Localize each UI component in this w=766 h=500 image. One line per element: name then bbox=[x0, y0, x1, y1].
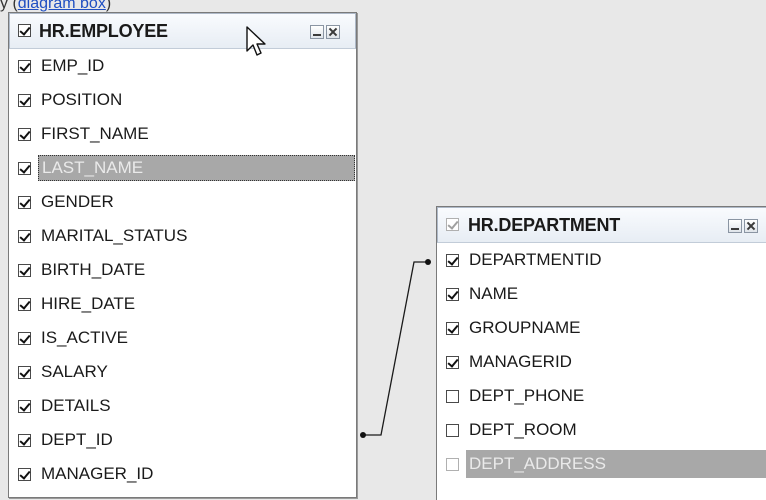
department-table-box[interactable]: HR.DEPARTMENT DEPARTMENTID NAME GROUPNAME M… bbox=[436, 206, 766, 500]
field-checkbox[interactable] bbox=[18, 400, 31, 413]
field-row[interactable]: EMP_ID bbox=[9, 49, 356, 83]
field-name[interactable]: MANAGERID bbox=[469, 345, 572, 379]
field-checkbox[interactable] bbox=[18, 264, 31, 277]
employee-table-title-bar[interactable]: HR.EMPLOYEE bbox=[9, 13, 356, 49]
field-row[interactable]: DEPT_PHONE bbox=[437, 379, 766, 413]
field-checkbox[interactable] bbox=[18, 468, 31, 481]
field-name[interactable]: EMP_ID bbox=[41, 49, 104, 83]
field-checkbox[interactable] bbox=[18, 94, 31, 107]
field-row[interactable]: DEPARTMENTID bbox=[437, 243, 766, 277]
field-name[interactable]: POSITION bbox=[41, 83, 122, 117]
field-name[interactable]: LAST_NAME bbox=[38, 155, 355, 181]
department-close-button[interactable] bbox=[744, 219, 758, 233]
caption-suffix: ) bbox=[105, 0, 112, 12]
field-row[interactable]: GROUPNAME bbox=[437, 311, 766, 345]
department-table-title: HR.DEPARTMENT bbox=[468, 215, 621, 235]
department-field-list: DEPARTMENTID NAME GROUPNAME MANAGERID DEPT_P… bbox=[437, 243, 766, 481]
field-row[interactable]: BIRTH_DATE bbox=[9, 253, 356, 287]
field-checkbox[interactable] bbox=[18, 196, 31, 209]
field-name[interactable]: GENDER bbox=[41, 185, 114, 219]
field-name[interactable]: DEPT_ROOM bbox=[469, 413, 577, 447]
field-checkbox[interactable] bbox=[18, 434, 31, 447]
field-name[interactable]: MANAGER_ID bbox=[41, 457, 153, 491]
field-row[interactable]: FIRST_NAME bbox=[9, 117, 356, 151]
field-row[interactable]: HIRE_DATE bbox=[9, 287, 356, 321]
employee-field-list: EMP_ID POSITION FIRST_NAME LAST_NAME GENDER M… bbox=[9, 49, 356, 491]
field-checkbox[interactable] bbox=[446, 288, 459, 301]
field-checkbox[interactable] bbox=[18, 366, 31, 379]
field-row[interactable]: DEPT_ADDRESS bbox=[437, 447, 766, 481]
field-row[interactable]: IS_ACTIVE bbox=[9, 321, 356, 355]
field-name[interactable]: DEPT_PHONE bbox=[469, 379, 584, 413]
relationship-end-dot bbox=[425, 259, 431, 265]
caption-link[interactable]: diagram box bbox=[18, 0, 106, 12]
relationship-line bbox=[361, 261, 428, 436]
field-checkbox[interactable] bbox=[18, 298, 31, 311]
field-name[interactable]: HIRE_DATE bbox=[41, 287, 135, 321]
department-table-title-bar[interactable]: HR.DEPARTMENT bbox=[437, 207, 766, 243]
field-checkbox[interactable] bbox=[446, 356, 459, 369]
field-row[interactable]: POSITION bbox=[9, 83, 356, 117]
field-row[interactable]: DEPT_ROOM bbox=[437, 413, 766, 447]
field-checkbox[interactable] bbox=[446, 390, 459, 403]
field-checkbox[interactable] bbox=[18, 230, 31, 243]
department-table-checkbox[interactable] bbox=[446, 218, 459, 231]
field-checkbox[interactable] bbox=[18, 162, 31, 175]
employee-close-button[interactable] bbox=[326, 25, 340, 39]
employee-minimize-button[interactable] bbox=[310, 25, 324, 39]
field-row[interactable]: SALARY bbox=[9, 355, 356, 389]
field-row[interactable]: MANAGER_ID bbox=[9, 457, 356, 491]
employee-table-title: HR.EMPLOYEE bbox=[39, 21, 168, 41]
field-name[interactable]: GROUPNAME bbox=[469, 311, 580, 345]
field-row[interactable]: LAST_NAME bbox=[9, 151, 356, 185]
field-row[interactable]: DETAILS bbox=[9, 389, 356, 423]
field-row[interactable]: DEPT_ID bbox=[9, 423, 356, 457]
field-row[interactable]: MANAGERID bbox=[437, 345, 766, 379]
field-name[interactable]: FIRST_NAME bbox=[41, 117, 149, 151]
field-checkbox[interactable] bbox=[18, 332, 31, 345]
field-name[interactable]: NAME bbox=[469, 277, 518, 311]
field-name[interactable]: DETAILS bbox=[41, 389, 111, 423]
field-checkbox[interactable] bbox=[446, 322, 459, 335]
field-row[interactable]: MARITAL_STATUS bbox=[9, 219, 356, 253]
field-name[interactable]: IS_ACTIVE bbox=[41, 321, 128, 355]
field-name[interactable]: MARITAL_STATUS bbox=[41, 219, 187, 253]
department-minimize-button[interactable] bbox=[728, 219, 742, 233]
field-row[interactable]: GENDER bbox=[9, 185, 356, 219]
field-name[interactable]: DEPT_ID bbox=[41, 423, 113, 457]
relationship-start-dot bbox=[360, 432, 366, 438]
field-name[interactable]: DEPT_ADDRESS bbox=[466, 450, 766, 478]
field-checkbox[interactable] bbox=[446, 254, 459, 267]
field-checkbox[interactable] bbox=[446, 458, 459, 471]
field-row[interactable]: NAME bbox=[437, 277, 766, 311]
mouse-pointer-icon bbox=[246, 26, 266, 56]
field-name[interactable]: DEPARTMENTID bbox=[469, 243, 602, 277]
field-name[interactable]: SALARY bbox=[41, 355, 108, 389]
caption-prefix: y ( bbox=[0, 0, 18, 12]
field-checkbox[interactable] bbox=[18, 60, 31, 73]
employee-table-checkbox[interactable] bbox=[18, 24, 31, 37]
field-checkbox[interactable] bbox=[18, 128, 31, 141]
field-name[interactable]: BIRTH_DATE bbox=[41, 253, 145, 287]
diagram-canvas[interactable]: y (diagram box) HR.EMPLOYEE EMP_ID POSITI… bbox=[0, 0, 766, 500]
field-checkbox[interactable] bbox=[446, 424, 459, 437]
employee-table-box[interactable]: HR.EMPLOYEE EMP_ID POSITION FIRST_NAME LAST… bbox=[8, 12, 357, 498]
caption-fragment: y (diagram box) bbox=[0, 0, 111, 12]
